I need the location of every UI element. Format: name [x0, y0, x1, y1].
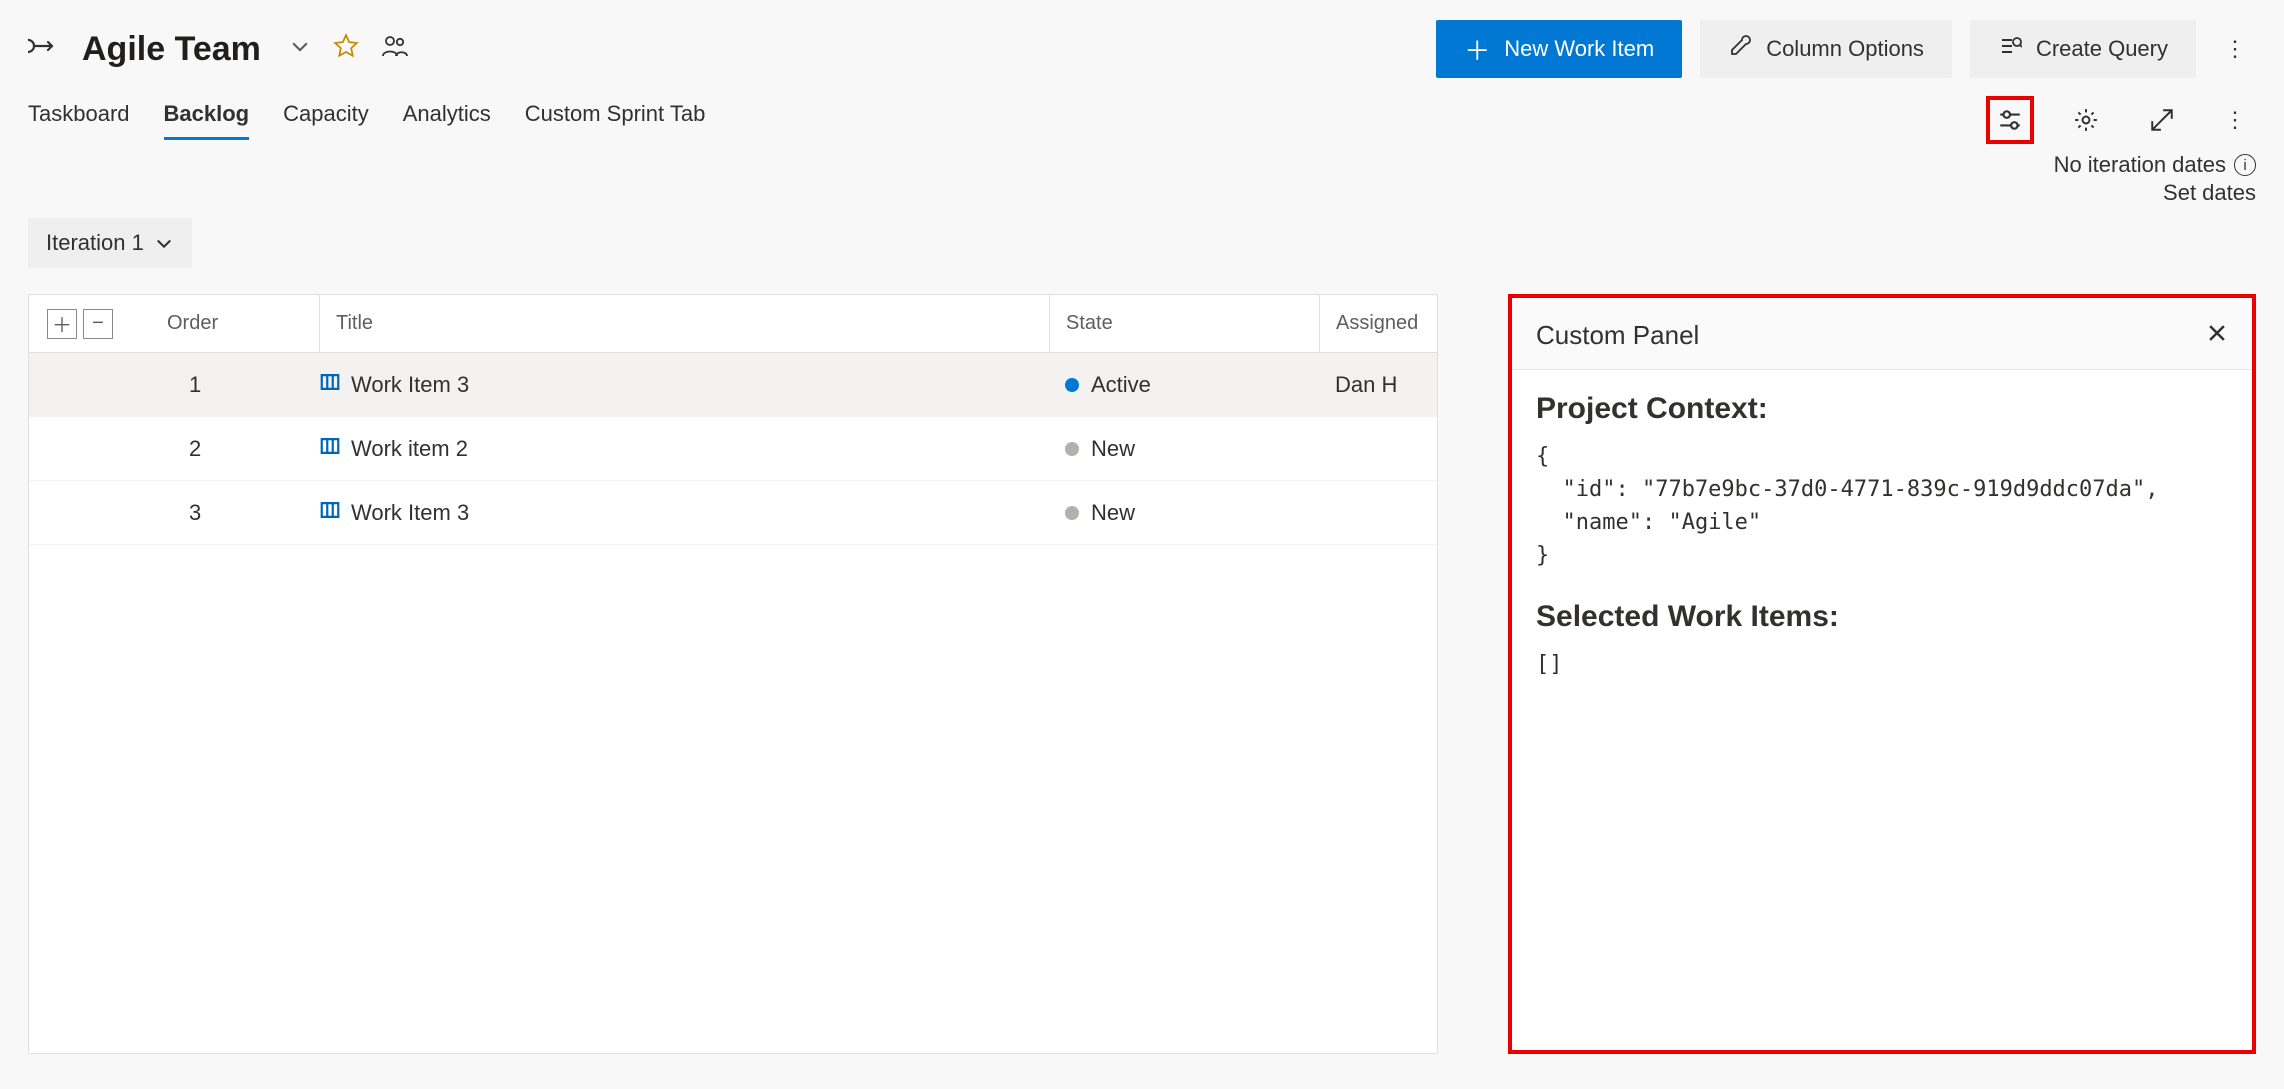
selected-work-items-content: []	[1536, 648, 2228, 681]
filter-settings-icon[interactable]	[1986, 96, 2034, 144]
loop-icon	[28, 34, 60, 65]
grid-body: 1 Work Item 3 Active Dan H 2 Work item 2 New 3 W…	[29, 353, 1437, 545]
set-dates-row: Set dates	[28, 180, 2256, 206]
query-icon	[1998, 34, 2022, 64]
project-context-content: { "id": "77b7e9bc-37d0-4771-839c-919d9dd…	[1536, 440, 2228, 572]
tab-taskboard[interactable]: Taskboard	[28, 101, 130, 140]
wrench-icon	[1728, 34, 1752, 64]
cell-order: 1	[159, 372, 319, 398]
cell-title[interactable]: Work item 2	[319, 435, 1049, 463]
people-icon[interactable]	[381, 34, 409, 65]
new-work-item-button[interactable]: ＋ New Work Item	[1436, 20, 1682, 78]
tab-backlog[interactable]: Backlog	[164, 101, 250, 140]
info-icon[interactable]: i	[2234, 154, 2256, 176]
table-row[interactable]: 1 Work Item 3 Active Dan H	[29, 353, 1437, 417]
iteration-label: Iteration 1	[46, 230, 144, 256]
settings-gear-icon[interactable]	[2062, 96, 2110, 144]
column-options-button[interactable]: Column Options	[1700, 20, 1952, 78]
tab-custom-sprint-tab[interactable]: Custom Sprint Tab	[525, 101, 706, 140]
state-dot-icon	[1065, 506, 1079, 520]
iteration-bar: Iteration 1	[28, 218, 2256, 268]
tab-capacity[interactable]: Capacity	[283, 101, 369, 140]
column-options-label: Column Options	[1766, 36, 1924, 62]
work-item-title: Work Item 3	[351, 372, 469, 398]
grid-expand-collapse: ＋ −	[29, 309, 159, 339]
state-label: New	[1091, 500, 1135, 526]
selected-work-items-heading: Selected Work Items:	[1536, 600, 2228, 634]
work-item-icon	[319, 499, 341, 527]
state-dot-icon	[1065, 442, 1079, 456]
create-query-label: Create Query	[2036, 36, 2168, 62]
work-item-icon	[319, 435, 341, 463]
tabs-overflow-menu[interactable]: ⋮	[2214, 99, 2256, 141]
work-item-title: Work item 2	[351, 436, 468, 462]
column-header-order[interactable]: Order	[159, 312, 319, 335]
header-right: ＋ New Work Item Column Options Create Qu…	[1436, 20, 2256, 78]
chevron-down-icon	[154, 233, 174, 253]
project-context-heading: Project Context:	[1536, 392, 2228, 426]
state-label: New	[1091, 436, 1135, 462]
custom-panel-title: Custom Panel	[1536, 320, 1699, 351]
collapse-all-button[interactable]: −	[83, 309, 113, 339]
state-dot-icon	[1065, 378, 1079, 392]
cell-title[interactable]: Work Item 3	[319, 371, 1049, 399]
new-work-item-label: New Work Item	[1504, 36, 1654, 62]
content-row: ＋ − Order Title State Assigned 1 Work Ite…	[28, 294, 2256, 1054]
tabs: Taskboard Backlog Capacity Analytics Custom …	[28, 101, 705, 140]
cell-title[interactable]: Work Item 3	[319, 499, 1049, 527]
cell-state: Active	[1049, 372, 1319, 398]
column-header-assigned[interactable]: Assigned	[1319, 295, 1438, 352]
table-row[interactable]: 3 Work Item 3 New	[29, 481, 1437, 545]
table-row[interactable]: 2 Work item 2 New	[29, 417, 1437, 481]
header-overflow-menu[interactable]: ⋮	[2214, 28, 2256, 70]
cell-state: New	[1049, 436, 1319, 462]
work-item-title: Work Item 3	[351, 500, 469, 526]
cell-order: 2	[159, 436, 319, 462]
cell-assigned: Dan H	[1319, 372, 1438, 398]
custom-panel-body: Project Context: { "id": "77b7e9bc-37d0-…	[1512, 370, 2252, 731]
custom-panel: Custom Panel Project Context: { "id": "7…	[1508, 294, 2256, 1054]
header-left: Agile Team	[28, 30, 409, 69]
header-row: Agile Team ＋ New Work Item Column Option…	[28, 20, 2256, 78]
expand-all-button[interactable]: ＋	[47, 309, 77, 339]
grid-header: ＋ − Order Title State Assigned	[29, 295, 1437, 353]
backlog-grid: ＋ − Order Title State Assigned 1 Work Ite…	[28, 294, 1438, 1054]
cell-state: New	[1049, 500, 1319, 526]
create-query-button[interactable]: Create Query	[1970, 20, 2196, 78]
state-label: Active	[1091, 372, 1151, 398]
plus-icon: ＋	[1464, 31, 1490, 68]
iteration-dates-row: No iteration dates i	[28, 152, 2256, 178]
page-root: Agile Team ＋ New Work Item Column Option…	[0, 0, 2284, 1054]
work-item-icon	[319, 371, 341, 399]
favorite-star-icon[interactable]	[333, 33, 359, 66]
team-title: Agile Team	[82, 30, 261, 69]
set-dates-link[interactable]: Set dates	[2163, 180, 2256, 206]
tabs-right-icons: ⋮	[1986, 96, 2256, 144]
column-header-title[interactable]: Title	[319, 295, 1049, 352]
no-iteration-dates-label: No iteration dates	[2054, 152, 2226, 178]
team-dropdown-chevron[interactable]	[289, 35, 311, 63]
tab-analytics[interactable]: Analytics	[403, 101, 491, 140]
column-header-state[interactable]: State	[1049, 295, 1319, 352]
cell-order: 3	[159, 500, 319, 526]
tabs-row: Taskboard Backlog Capacity Analytics Custom …	[28, 96, 2256, 144]
custom-panel-header: Custom Panel	[1512, 298, 2252, 370]
fullscreen-icon[interactable]	[2138, 96, 2186, 144]
close-icon[interactable]	[2206, 320, 2228, 351]
iteration-selector[interactable]: Iteration 1	[28, 218, 192, 268]
